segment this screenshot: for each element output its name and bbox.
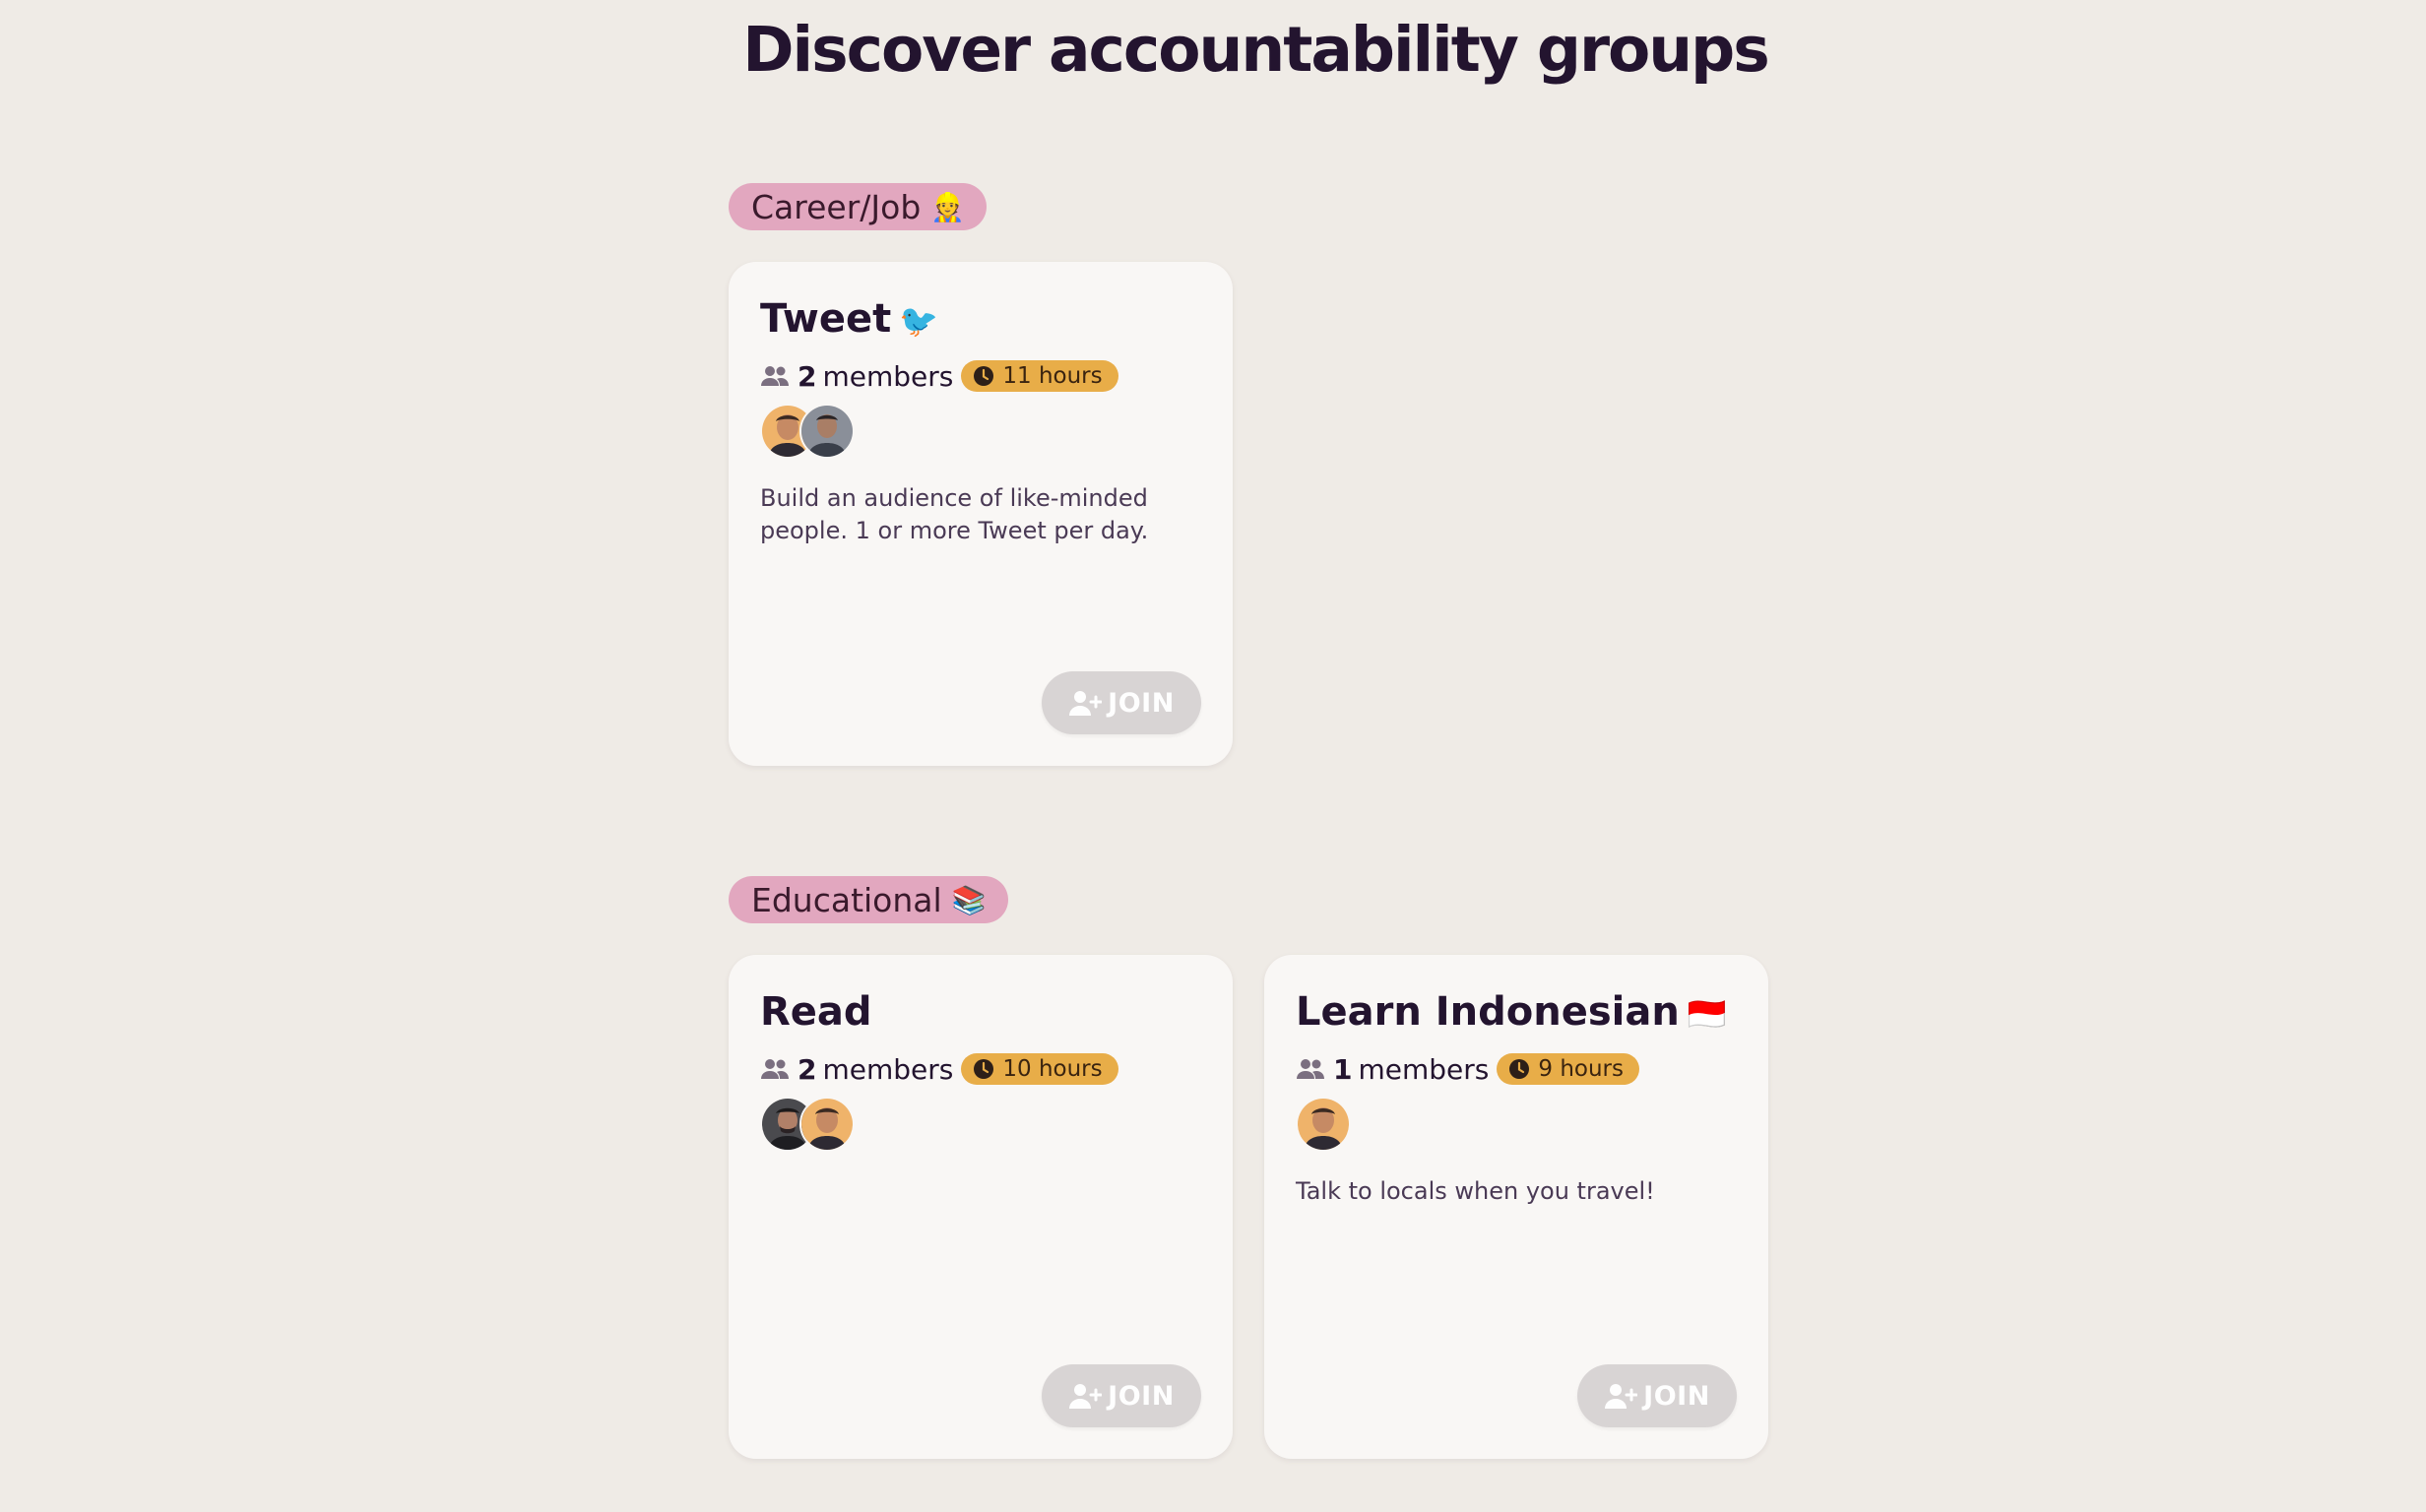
group-card-learn-indonesian[interactable]: Learn Indonesian 🇮🇩 1 members 9 hours Ta…	[1264, 955, 1768, 1459]
group-title: Read	[760, 988, 1201, 1036]
time-badge: 10 hours	[961, 1053, 1118, 1085]
add-user-icon	[1605, 1384, 1638, 1409]
join-label: JOIN	[1643, 1380, 1710, 1412]
category-emoji: 👷	[930, 190, 966, 223]
add-user-icon	[1069, 691, 1103, 716]
members-label: members	[822, 1052, 954, 1086]
members-icon	[761, 366, 789, 386]
member-avatars	[1296, 1097, 1737, 1152]
join-button[interactable]: JOIN	[1042, 1364, 1201, 1427]
group-title-text: Read	[760, 989, 872, 1035]
clock-icon	[974, 1059, 994, 1079]
member-count: 2	[798, 1052, 817, 1086]
add-user-icon	[1069, 1384, 1103, 1409]
group-title-emoji: 🐦	[899, 302, 939, 340]
group-title: Learn Indonesian 🇮🇩	[1296, 988, 1737, 1036]
member-count: 2	[798, 359, 817, 393]
clock-icon	[974, 366, 994, 386]
group-card-tweet[interactable]: Tweet 🐦 2 members 11 hours Build an audi…	[729, 262, 1233, 766]
group-card-list: Tweet 🐦 2 members 11 hours Build an audi…	[729, 262, 1233, 766]
category-pill: Educational 📚	[729, 876, 1008, 923]
time-badge: 9 hours	[1497, 1053, 1639, 1085]
time-label: 9 hours	[1538, 1056, 1624, 1082]
group-title: Tweet 🐦	[760, 295, 1201, 343]
category-section-career: Career/Job 👷 Tweet🐦 2 members 11 hours	[729, 183, 1233, 766]
group-title-text: Tweet	[760, 296, 892, 342]
join-label: JOIN	[1108, 687, 1175, 719]
group-card-list: Read 2 members 10 hours JOIN Learn Indon…	[729, 955, 1768, 1459]
group-description: Talk to locals when you travel!	[1296, 1177, 1655, 1205]
category-label: Educational	[751, 880, 942, 919]
category-pill: Career/Job 👷	[729, 183, 988, 230]
time-badge: 11 hours	[961, 360, 1118, 392]
group-meta: 2 members 10 hours	[760, 1051, 1201, 1087]
members-label: members	[822, 359, 954, 393]
members-icon	[1297, 1059, 1324, 1079]
member-avatars	[760, 404, 1201, 459]
group-meta: 1 members 9 hours	[1296, 1051, 1737, 1087]
member-avatars	[760, 1097, 1201, 1152]
avatar[interactable]	[1296, 1097, 1351, 1152]
category-section-educational: Educational 📚 Read 2 members 10 hours JO…	[729, 876, 1768, 1459]
page-title: Discover accountability groups	[742, 14, 1770, 86]
members-icon	[761, 1059, 789, 1079]
discover-page: Discover accountability groups Career/Jo…	[0, 0, 2426, 1512]
time-label: 10 hours	[1002, 1056, 1103, 1082]
clock-icon	[1509, 1059, 1530, 1079]
avatar[interactable]	[799, 1097, 855, 1152]
group-title-text: Learn Indonesian	[1296, 989, 1680, 1035]
join-button[interactable]: JOIN	[1577, 1364, 1737, 1427]
join-label: JOIN	[1108, 1380, 1175, 1412]
group-title-emoji: 🇮🇩	[1687, 995, 1727, 1033]
member-count: 1	[1333, 1052, 1353, 1086]
join-button[interactable]: JOIN	[1042, 671, 1201, 734]
time-label: 11 hours	[1002, 363, 1103, 389]
category-label: Career/Job	[751, 187, 922, 226]
group-card-read[interactable]: Read 2 members 10 hours JOIN	[729, 955, 1233, 1459]
group-meta: 2 members 11 hours	[760, 358, 1201, 394]
category-emoji: 📚	[951, 883, 987, 916]
avatar[interactable]	[799, 404, 855, 459]
group-description: Build an audience of like-minded people.…	[760, 484, 1149, 544]
members-label: members	[1358, 1052, 1490, 1086]
